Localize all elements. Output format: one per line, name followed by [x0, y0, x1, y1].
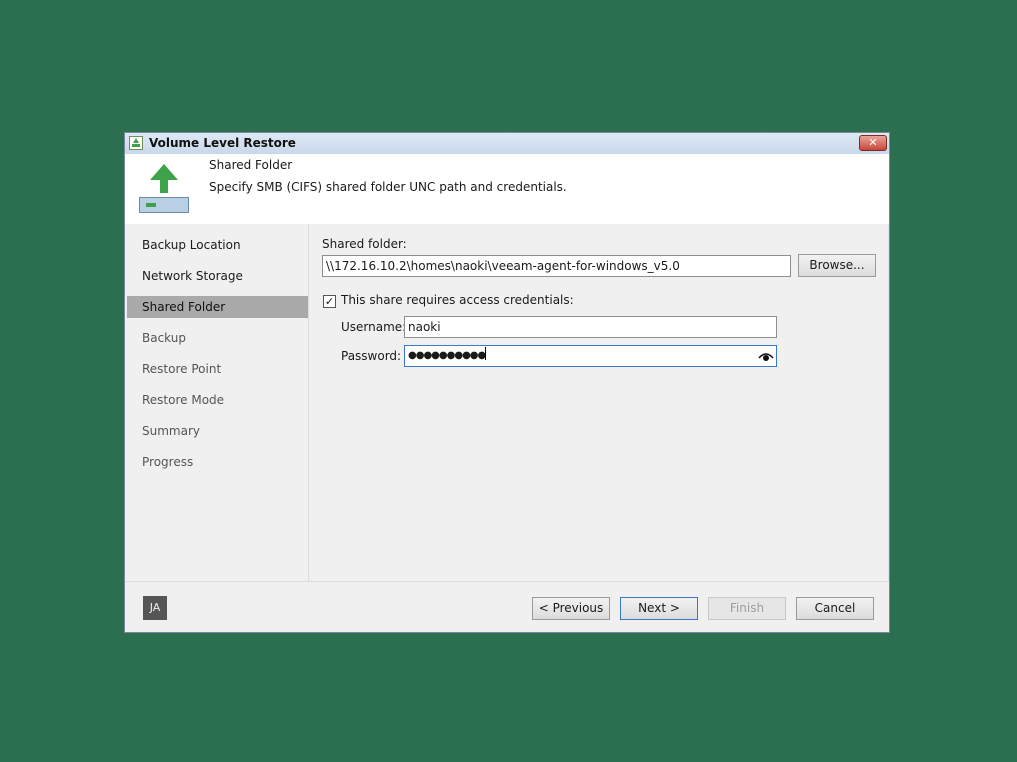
nav-item-restore-point: Restore Point [142, 362, 222, 376]
nav-item-shared-folder[interactable]: Shared Folder [127, 296, 308, 318]
show-password-eye-icon[interactable] [758, 350, 774, 362]
finish-button: Finish [708, 597, 786, 620]
nav-item-restore-mode: Restore Mode [142, 393, 225, 407]
username-label: Username: [341, 320, 407, 334]
previous-button[interactable]: < Previous [532, 597, 610, 620]
nav-item-progress: Progress [142, 455, 194, 469]
wizard-steps-nav: Backup Location Network Storage Shared F… [125, 224, 309, 581]
window-title: Volume Level Restore [149, 136, 296, 150]
close-button[interactable]: ✕ [859, 135, 887, 151]
wizard-header: Shared Folder Specify SMB (CIFS) shared … [125, 154, 889, 224]
cancel-button[interactable]: Cancel [796, 597, 874, 620]
shared-folder-input[interactable]: \\172.16.10.2\homes\naoki\veeam-agent-fo… [322, 255, 791, 277]
restore-upload-icon [137, 162, 191, 218]
title-bar[interactable]: Volume Level Restore ✕ [125, 133, 889, 155]
restore-app-icon [129, 136, 143, 150]
nav-item-backup-location[interactable]: Backup Location [127, 234, 308, 256]
password-label: Password: [341, 349, 402, 363]
browse-button[interactable]: Browse... [798, 254, 876, 277]
nav-item-backup: Backup [142, 331, 186, 345]
credentials-checkbox[interactable]: ✓ [323, 295, 336, 308]
step-description: Specify SMB (CIFS) shared folder UNC pat… [209, 180, 567, 194]
nav-item-summary: Summary [142, 424, 200, 438]
credentials-checkbox-label: This share requires access credentials: [341, 293, 574, 307]
volume-level-restore-window: Volume Level Restore ✕ Shared Folder Spe… [124, 132, 890, 633]
nav-item-network-storage[interactable]: Network Storage [127, 265, 308, 287]
user-avatar: JA [143, 596, 167, 620]
password-masked-value: ●●●●●●●●●● [408, 350, 486, 361]
shared-folder-form: Shared folder: \\172.16.10.2\homes\naoki… [309, 224, 889, 581]
next-button[interactable]: Next > [620, 597, 698, 620]
shared-folder-label: Shared folder: [322, 237, 407, 251]
wizard-footer: JA < Previous Next > Finish Cancel [125, 581, 889, 632]
password-input[interactable]: ●●●●●●●●●● [404, 345, 777, 367]
username-input[interactable]: naoki [404, 316, 777, 338]
step-title: Shared Folder [209, 158, 293, 172]
